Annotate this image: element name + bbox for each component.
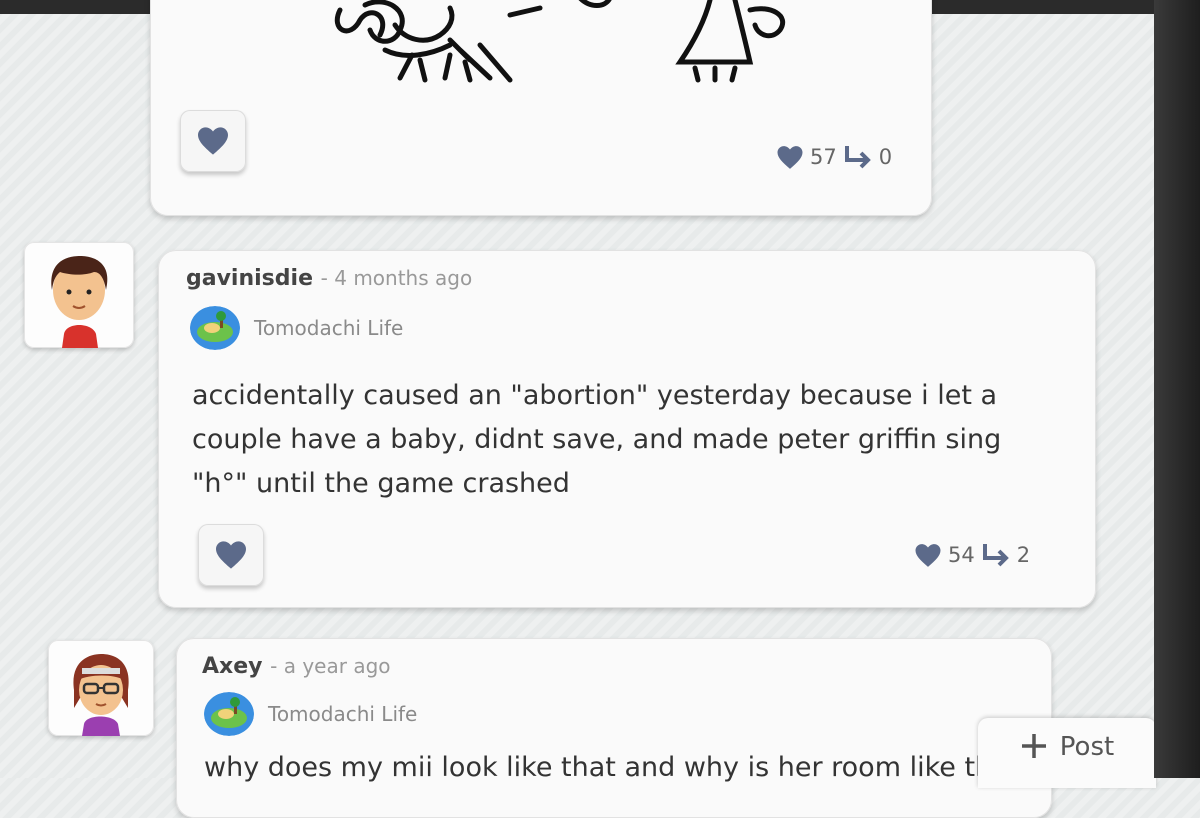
avatar-gavinisdie[interactable] <box>24 242 134 348</box>
reply-count: 2 <box>1016 543 1031 567</box>
timestamp: - a year ago <box>270 654 391 678</box>
post-card: Axey - a year ago Tomodachi Life why doe… <box>176 638 1052 818</box>
like-button[interactable] <box>180 110 246 172</box>
timestamp: - 4 months ago <box>320 266 473 290</box>
heart-icon <box>216 541 246 569</box>
post-header: gavinisdie - 4 months ago <box>186 266 472 291</box>
post-text-line: accidentally caused an "abortion" yester… <box>192 380 998 411</box>
username[interactable]: Axey <box>202 654 262 679</box>
heart-icon <box>198 127 228 155</box>
post-text-line: couple have a baby, didnt save, and made… <box>192 424 1002 455</box>
post-stats: 54 2 <box>914 542 1030 568</box>
post-stats: 57 0 <box>776 144 892 170</box>
like-count: 54 <box>948 543 975 567</box>
mii-avatar-girl <box>73 654 129 736</box>
like-count: 57 <box>810 145 837 169</box>
post-body: accidentally caused an "abortion" yester… <box>192 374 1001 506</box>
game-name: Tomodachi Life <box>254 316 404 340</box>
post-button-label: Post <box>1059 732 1115 762</box>
heart-icon <box>915 543 941 567</box>
tomodachi-life-icon <box>204 692 254 736</box>
username[interactable]: gavinisdie <box>186 266 313 291</box>
reply-count: 0 <box>878 145 893 169</box>
game-tag[interactable]: Tomodachi Life <box>204 692 417 736</box>
reply-arrow-icon <box>982 544 1009 567</box>
like-button[interactable] <box>198 524 264 586</box>
post-card: gavinisdie - 4 months ago Tomodachi Life… <box>158 250 1096 608</box>
game-tag[interactable]: Tomodachi Life <box>190 306 403 350</box>
post-header: Axey - a year ago <box>202 654 391 679</box>
post-body: why does my mii look like that and why i… <box>204 746 983 790</box>
plus-icon <box>1021 734 1046 758</box>
game-name: Tomodachi Life <box>268 702 418 726</box>
post-card-drawing: 57 0 <box>150 0 932 216</box>
avatar-axey[interactable] <box>48 640 154 736</box>
screen-bezel-right <box>1154 0 1200 778</box>
tomodachi-life-icon <box>190 306 240 350</box>
handwritten-drawing <box>334 0 785 83</box>
mii-avatar-boy <box>51 256 108 348</box>
post-text-line: why does my mii look like that and why i… <box>204 752 983 783</box>
reply-arrow-icon <box>844 146 871 169</box>
heart-icon <box>777 145 803 169</box>
post-text-line: "h°" until the game crashed <box>192 468 570 499</box>
